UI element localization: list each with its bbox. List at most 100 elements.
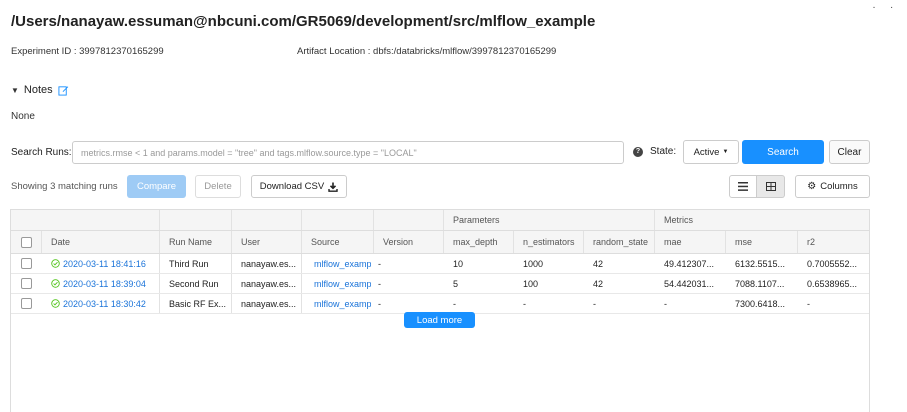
col-header-n-estimators[interactable]: n_estimators (523, 231, 575, 253)
param-random-state: 42 (593, 278, 604, 289)
artifact-location-value: dbfs:/databricks/mlflow/3997812370165299 (373, 46, 557, 57)
clear-button[interactable]: Clear (829, 140, 870, 164)
run-date-link[interactable]: 2020-03-11 18:41:16 (51, 254, 146, 273)
matching-runs-count: Showing 3 matching runs (11, 181, 118, 192)
parameters-group-header: Parameters (453, 215, 500, 225)
gear-icon: ⚙ (807, 181, 817, 192)
dropdown-caret-icon: ▼ (722, 149, 729, 155)
columns-button[interactable]: ⚙ Columns (795, 175, 870, 198)
param-max-depth: 5 (453, 278, 459, 289)
list-icon (738, 182, 748, 191)
artifact-location: Artifact Location : dbfs:/databricks/mlf… (297, 46, 556, 57)
notes-content: None (11, 111, 35, 122)
corner-dots: . . (872, 0, 899, 11)
view-toggle (729, 175, 785, 198)
search-runs-label: Search Runs: (11, 147, 72, 158)
param-n-estimators: 100 (523, 278, 539, 289)
metric-mse: 7300.6418... (735, 298, 786, 309)
state-label: State: (650, 146, 677, 157)
experiment-id-label: Experiment ID : (11, 46, 77, 57)
col-header-version[interactable]: Version (383, 231, 413, 253)
run-source-link[interactable]: mlflow_examp (311, 274, 371, 293)
download-icon (328, 182, 338, 192)
download-csv-label: Download CSV (259, 181, 325, 192)
metric-r2: 0.6538965... (807, 278, 858, 289)
col-header-run-name[interactable]: Run Name (169, 231, 212, 253)
param-n-estimators: - (523, 298, 526, 309)
run-name[interactable]: Second Run (169, 274, 219, 293)
run-name[interactable]: Third Run (169, 254, 209, 273)
run-date: 2020-03-11 18:39:04 (63, 278, 146, 289)
check-circle-icon (51, 299, 60, 308)
notes-label: Notes (23, 84, 53, 96)
col-header-mae[interactable]: mae (664, 231, 682, 253)
row-checkbox[interactable] (21, 278, 32, 289)
delete-button[interactable]: Delete (195, 175, 241, 198)
metric-mae: 49.412307... (664, 258, 715, 269)
run-date: 2020-03-11 18:41:16 (63, 258, 146, 269)
table-row[interactable]: 2020-03-11 18:30:42 Basic RF Ex... nanay… (11, 294, 869, 314)
edit-icon[interactable] (58, 85, 69, 96)
page-title: /Users/nanayaw.essuman@nbcuni.com/GR5069… (11, 13, 596, 30)
param-max-depth: 10 (453, 258, 464, 269)
list-view-button[interactable] (729, 175, 757, 198)
metric-mae: - (664, 298, 667, 309)
run-source-link[interactable]: mlflow_examp (311, 254, 371, 273)
table-view-button[interactable] (757, 175, 785, 198)
row-checkbox[interactable] (21, 298, 32, 309)
state-value: Active (693, 146, 720, 158)
group-header-row: Parameters Metrics (11, 210, 869, 231)
run-version: - (378, 298, 381, 309)
caret-down-icon[interactable]: ▼ (11, 86, 19, 95)
select-all-checkbox[interactable] (21, 236, 32, 248)
run-name[interactable]: Basic RF Ex... (169, 294, 226, 313)
col-header-random-state[interactable]: random_state (593, 231, 648, 253)
metric-mse: 7088.1107... (735, 278, 785, 289)
run-date-link[interactable]: 2020-03-11 18:39:04 (51, 274, 146, 293)
metric-r2: 0.7005552... (807, 258, 858, 269)
columns-label: Columns (820, 181, 858, 192)
check-circle-icon (51, 259, 60, 268)
table-row[interactable]: 2020-03-11 18:41:16 Third Run nanayaw.es… (11, 254, 869, 274)
run-user: nanayaw.es... (241, 258, 297, 269)
param-random-state: 42 (593, 258, 604, 269)
col-header-user[interactable]: User (241, 231, 260, 253)
table-icon (765, 182, 776, 191)
col-header-date[interactable]: Date (51, 231, 70, 253)
artifact-location-label: Artifact Location : (297, 46, 371, 57)
table-row[interactable]: 2020-03-11 18:39:04 Second Run nanayaw.e… (11, 274, 869, 294)
load-more-button[interactable]: Load more (404, 312, 475, 328)
param-n-estimators: 1000 (523, 258, 544, 269)
help-icon[interactable]: ? (633, 147, 643, 157)
run-date: 2020-03-11 18:30:42 (63, 298, 146, 309)
experiment-id-value: 3997812370165299 (79, 46, 164, 57)
notes-header[interactable]: ▼ Notes (11, 84, 69, 96)
experiment-id: Experiment ID : 3997812370165299 (11, 46, 164, 57)
param-max-depth: - (453, 298, 456, 309)
metric-r2: - (807, 298, 810, 309)
run-user: nanayaw.es... (241, 298, 297, 309)
run-source-link[interactable]: mlflow_examp (311, 294, 371, 313)
state-dropdown[interactable]: Active ▼ (683, 140, 739, 164)
row-checkbox[interactable] (21, 258, 32, 269)
col-header-source[interactable]: Source (311, 231, 340, 253)
run-source: mlflow_examp (314, 258, 371, 269)
search-button[interactable]: Search (742, 140, 824, 164)
col-header-r2[interactable]: r2 (807, 231, 815, 253)
run-source: mlflow_examp (314, 278, 371, 289)
column-header-row: Date Run Name User Source Version max_de… (11, 231, 869, 254)
check-circle-icon (51, 279, 60, 288)
run-user: nanayaw.es... (241, 278, 297, 289)
col-header-mse[interactable]: mse (735, 231, 752, 253)
runs-table: Parameters Metrics Date Run Name User So… (10, 209, 870, 412)
download-csv-button[interactable]: Download CSV (251, 175, 347, 198)
metrics-group-header: Metrics (664, 215, 693, 225)
metric-mae: 54.442031... (664, 278, 715, 289)
run-source: mlflow_examp (314, 298, 371, 309)
search-input[interactable] (72, 141, 624, 164)
run-date-link[interactable]: 2020-03-11 18:30:42 (51, 294, 146, 313)
col-header-max-depth[interactable]: max_depth (453, 231, 498, 253)
run-version: - (378, 258, 381, 269)
compare-button[interactable]: Compare (127, 175, 186, 198)
param-random-state: - (593, 298, 596, 309)
